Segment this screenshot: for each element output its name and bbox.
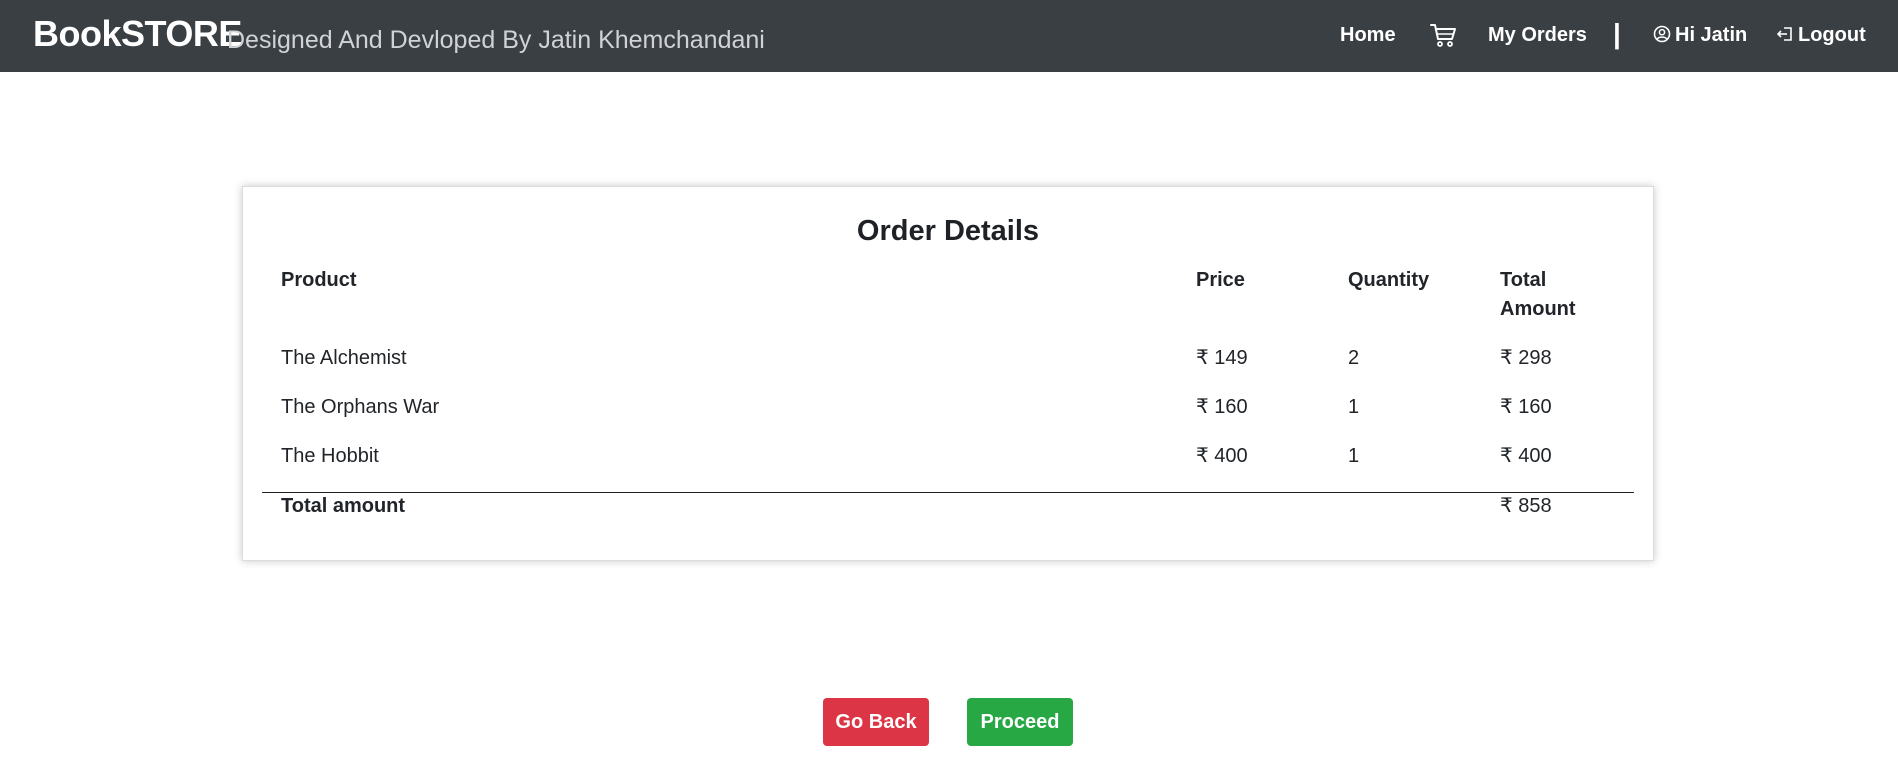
row-quantity: 1 — [1348, 445, 1360, 467]
logout-label: Logout — [1798, 24, 1866, 46]
order-details-card: Order Details Product Price Quantity Tot… — [242, 186, 1654, 561]
proceed-button[interactable]: Proceed — [967, 698, 1073, 746]
total-divider — [262, 492, 1634, 493]
row-total: ₹ 160 — [1500, 396, 1552, 418]
go-back-button[interactable]: Go Back — [823, 698, 929, 746]
nav-logout-link[interactable]: Logout — [1776, 22, 1866, 48]
row-quantity: 1 — [1348, 396, 1360, 418]
header-total-line1: Total — [1500, 269, 1547, 291]
nav-home-link[interactable]: Home — [1340, 22, 1396, 48]
header-quantity: Quantity — [1348, 269, 1430, 291]
row-price: ₹ 400 — [1196, 445, 1248, 467]
row-product: The Hobbit — [281, 445, 379, 467]
header-total-line2: Amount — [1500, 298, 1576, 320]
user-circle-icon — [1653, 25, 1671, 43]
total-amount-label: Total amount — [281, 495, 406, 517]
row-total: ₹ 400 — [1500, 445, 1552, 467]
row-product: The Alchemist — [281, 347, 407, 369]
nav-my-orders-link[interactable]: My Orders — [1488, 22, 1587, 48]
navbar: BookSTORE Designed And Devloped By Jatin… — [0, 0, 1898, 72]
brand-logo[interactable]: BookSTORE — [33, 12, 242, 56]
brand-tagline: Designed And Devloped By Jatin Khemchand… — [227, 26, 765, 54]
cart-icon[interactable] — [1429, 21, 1457, 49]
card-title: Order Details — [856, 215, 1040, 247]
row-product: The Orphans War — [281, 396, 440, 418]
header-price: Price — [1196, 269, 1245, 291]
user-greeting: Hi Jatin — [1675, 24, 1748, 46]
header-total-amount: Total Amount — [1500, 266, 1630, 324]
header-product: Product — [281, 269, 357, 291]
row-total: ₹ 298 — [1500, 347, 1552, 369]
row-price: ₹ 149 — [1196, 347, 1248, 369]
nav-user-link[interactable]: Hi Jatin — [1653, 22, 1747, 48]
logout-icon — [1776, 27, 1792, 41]
total-amount-value: ₹ 858 — [1500, 495, 1552, 517]
row-quantity: 2 — [1348, 347, 1360, 369]
nav-separator: | — [1613, 18, 1621, 49]
row-price: ₹ 160 — [1196, 396, 1248, 418]
